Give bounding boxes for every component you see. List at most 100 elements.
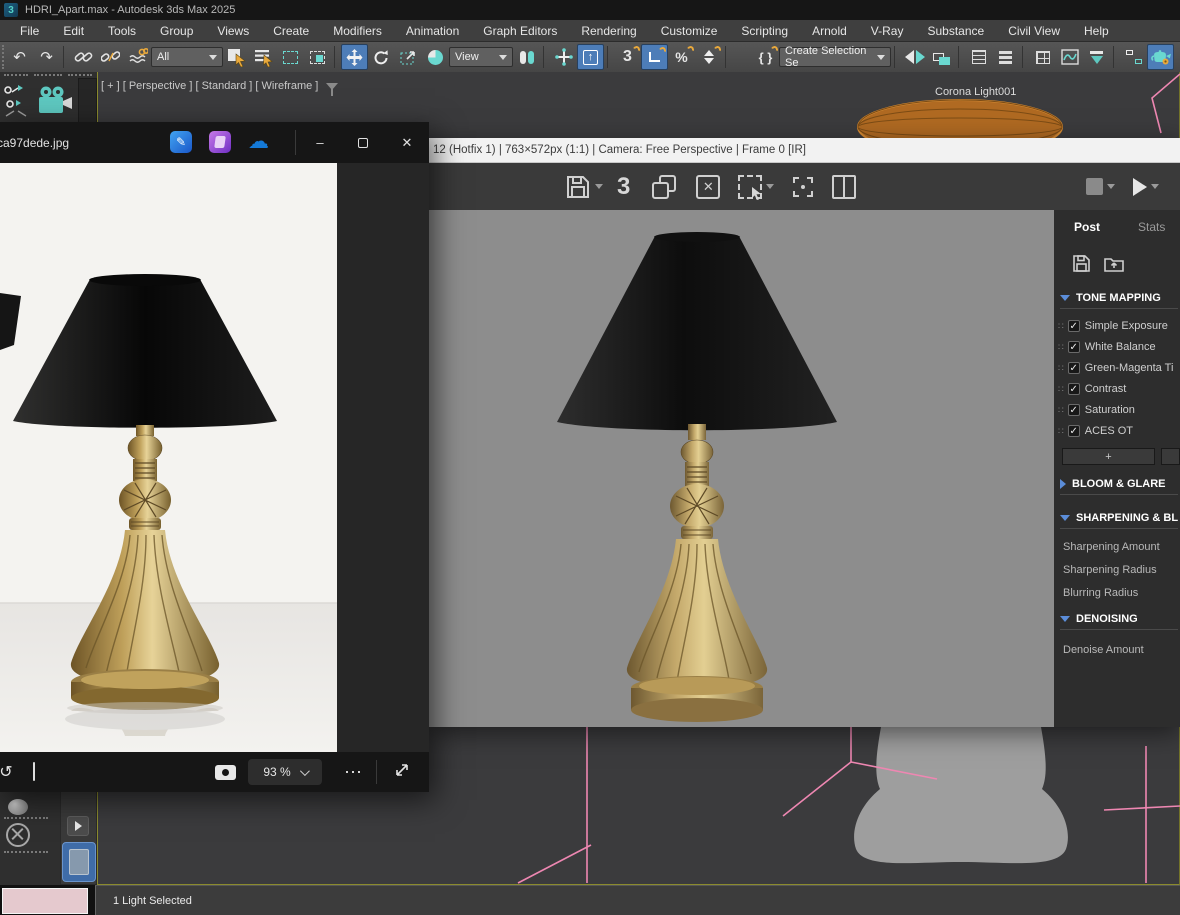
- checkbox-checked[interactable]: ✓: [1067, 425, 1080, 437]
- select-by-name-button[interactable]: [250, 44, 277, 70]
- menu-file[interactable]: File: [8, 20, 51, 42]
- ocr-text-button[interactable]: [33, 762, 35, 781]
- menu-views[interactable]: Views: [205, 20, 261, 42]
- checkbox-checked[interactable]: ✓: [1067, 383, 1080, 395]
- menu-tools[interactable]: Tools: [96, 20, 148, 42]
- chevron-down-icon[interactable]: [766, 184, 775, 189]
- clear-vfb-button[interactable]: ✕: [696, 174, 721, 199]
- onedrive-cloud-icon[interactable]: ☁: [248, 131, 269, 152]
- vfb-titlebar[interactable]: 12 (Hotfix 1) | 763×572px (1:1) | Camera…: [429, 138, 1180, 163]
- checkbox-checked[interactable]: ✓: [1067, 320, 1080, 332]
- ab-compare-button[interactable]: [832, 174, 857, 199]
- menu-customize[interactable]: Customize: [649, 20, 730, 42]
- render-setup-button[interactable]: [1083, 44, 1110, 70]
- photo-canvas[interactable]: [0, 163, 337, 752]
- toolbar-grip[interactable]: [4, 74, 28, 76]
- menu-scripting[interactable]: Scripting: [729, 20, 800, 42]
- more-options-button[interactable]: ⋯: [336, 762, 370, 783]
- selection-filter-dropdown[interactable]: All: [151, 47, 223, 67]
- select-and-manipulate-button[interactable]: [550, 44, 577, 70]
- use-center-flyout-button[interactable]: [513, 44, 540, 70]
- mirror-button[interactable]: [901, 44, 928, 70]
- drag-handle-icon[interactable]: ∷: [1058, 426, 1064, 437]
- tab-post[interactable]: Post: [1074, 220, 1100, 234]
- scene-nodes-icon[interactable]: [2, 82, 34, 122]
- toolbar-grip[interactable]: [4, 817, 48, 819]
- focus-track-button[interactable]: [790, 174, 816, 200]
- save-image-button[interactable]: [565, 174, 603, 200]
- section-tone-mapping[interactable]: TONE MAPPING: [1060, 292, 1178, 309]
- menu-graph-editors[interactable]: Graph Editors: [471, 20, 569, 42]
- toggle-layer-explorer-button[interactable]: [992, 44, 1019, 70]
- use-pivot-point-button[interactable]: [422, 44, 449, 70]
- filter-funnel-icon[interactable]: [326, 82, 339, 96]
- toolbar-grip[interactable]: [2, 45, 4, 69]
- menu-help[interactable]: Help: [1072, 20, 1121, 42]
- section-denoising[interactable]: DENOISING: [1060, 613, 1178, 630]
- aperture-icon[interactable]: [6, 823, 30, 847]
- menu-substance[interactable]: Substance: [915, 20, 996, 42]
- snaps-toggle-3d[interactable]: 3: [614, 44, 641, 70]
- slate-material-editor-button[interactable]: [1120, 44, 1147, 70]
- checkbox-checked[interactable]: ✓: [1067, 404, 1080, 416]
- menu-civil-view[interactable]: Civil View: [996, 20, 1072, 42]
- section-sharpening-blurring[interactable]: SHARPENING & BLU: [1060, 512, 1178, 529]
- percent-snap-toggle[interactable]: %: [668, 44, 695, 70]
- edit-image-button[interactable]: ✎: [170, 131, 192, 153]
- active-tool-button[interactable]: [62, 842, 96, 882]
- save-post-config-button[interactable]: [1072, 254, 1091, 273]
- stop-render-button[interactable]: [1086, 178, 1116, 195]
- menu-group[interactable]: Group: [148, 20, 205, 42]
- drag-handle-icon[interactable]: ∷: [1058, 342, 1064, 353]
- checkbox-checked[interactable]: ✓: [1067, 362, 1080, 374]
- redo-button[interactable]: ↷: [33, 44, 60, 70]
- angle-snap-toggle[interactable]: [641, 44, 668, 70]
- bind-to-space-warp-button[interactable]: [124, 44, 151, 70]
- corona-light-wireframe[interactable]: [429, 72, 1180, 138]
- remove-tone-operator-button[interactable]: [1161, 448, 1180, 465]
- rotate-left-button[interactable]: ↺: [0, 762, 21, 782]
- load-post-config-button[interactable]: [1104, 254, 1124, 273]
- chevron-down-icon[interactable]: [1107, 184, 1116, 189]
- region-render-button[interactable]: [738, 174, 775, 200]
- select-and-link-button[interactable]: [70, 44, 97, 70]
- window-crossing-toggle[interactable]: [304, 44, 331, 70]
- toolbar-grip[interactable]: [4, 851, 48, 853]
- color-swatch[interactable]: [2, 888, 88, 914]
- close-button[interactable]: ✕: [386, 122, 428, 163]
- select-object-button[interactable]: [223, 44, 250, 70]
- menu-vray[interactable]: V-Ray: [859, 20, 916, 42]
- section-bloom-glare[interactable]: BLOOM & GLARE: [1060, 478, 1178, 495]
- named-selection-set-dropdown[interactable]: Create Selection Se: [779, 45, 891, 69]
- toolbar-grip[interactable]: [68, 74, 92, 76]
- select-and-move-button[interactable]: [341, 44, 368, 70]
- start-render-button[interactable]: [1133, 177, 1160, 196]
- drag-handle-icon[interactable]: ∷: [1058, 405, 1064, 416]
- add-tone-operator-button[interactable]: +: [1062, 448, 1155, 465]
- tab-stats[interactable]: Stats: [1138, 220, 1165, 234]
- drag-handle-icon[interactable]: ∷: [1058, 384, 1064, 395]
- rectangular-selection-region-button[interactable]: [277, 44, 304, 70]
- minimize-button[interactable]: –: [299, 122, 341, 163]
- toggle-ribbon-button[interactable]: [1029, 44, 1056, 70]
- edit-named-selection-sets-button[interactable]: { }: [752, 44, 779, 70]
- material-sphere-icon[interactable]: [8, 799, 28, 815]
- vfb-render-canvas[interactable]: [429, 210, 1054, 727]
- menu-edit[interactable]: Edit: [51, 20, 96, 42]
- menu-arnold[interactable]: Arnold: [800, 20, 859, 42]
- drag-handle-icon[interactable]: ∷: [1058, 363, 1064, 374]
- checkbox-checked[interactable]: ✓: [1067, 341, 1080, 353]
- chevron-down-icon[interactable]: [1151, 184, 1160, 189]
- reference-coordinate-dropdown[interactable]: View: [449, 47, 513, 67]
- menu-create[interactable]: Create: [261, 20, 321, 42]
- viewport-label[interactable]: [ + ] [ Perspective ] [ Standard ] [ Wir…: [101, 80, 339, 96]
- duplicate-render-button[interactable]: [652, 174, 677, 199]
- curve-editor-button[interactable]: [1056, 44, 1083, 70]
- render-iterative-button[interactable]: [1174, 44, 1180, 70]
- fit-to-window-button[interactable]: [215, 764, 236, 780]
- toggle-scene-explorer-button[interactable]: [965, 44, 992, 70]
- corona-3-icon[interactable]: 3: [617, 173, 630, 201]
- keyboard-shortcut-override-toggle[interactable]: ↑: [577, 44, 604, 70]
- undo-button[interactable]: ↶: [6, 44, 33, 70]
- align-button[interactable]: [928, 44, 955, 70]
